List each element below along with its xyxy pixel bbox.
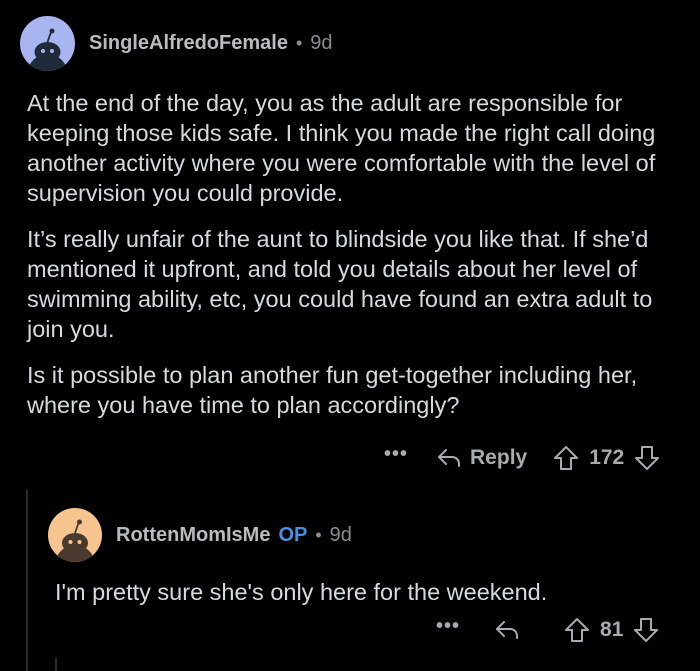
reply-button[interactable] [494,619,528,641]
comment-paragraph: At the end of the day, you as the adult … [27,90,656,206]
snoo-avatar-icon [55,519,95,562]
comment-actions: ••• 81 [436,615,659,643]
reply-label: Reply [470,446,528,469]
comment-paragraph: Is it possible to plan another fun get-t… [27,362,638,418]
meta-separator: • [295,33,303,53]
avatar[interactable] [20,16,75,71]
reply-arrow-icon [496,621,519,639]
comment-age: 9d [329,523,352,546]
reply-button[interactable]: Reply [436,446,527,470]
meta-separator: • [315,524,322,545]
snoo-avatar-icon [27,28,68,71]
comment-header: RottenMomIsMe OP • 9d [48,508,352,562]
vote-controls: 81 [564,617,659,643]
comment-paragraph: It’s really unfair of the aunt to blinds… [27,226,653,342]
thread-line-reply[interactable] [55,657,57,671]
reply-arrow-icon [438,449,461,467]
thread-line-root[interactable] [26,490,28,671]
comment-header: SingleAlfredoFemale • 9d [20,16,333,71]
vote-count: 172 [589,446,625,469]
downvote-arrow-icon[interactable] [634,445,660,471]
upvote-arrow-icon[interactable] [553,445,579,471]
comment-author[interactable]: SingleAlfredoFemale [89,32,288,55]
comment-body: At the end of the day, you as the adult … [27,88,682,436]
comment-age: 9d [310,32,333,54]
downvote-arrow-icon[interactable] [633,617,659,643]
comment-author[interactable]: RottenMomIsMe [116,524,270,547]
avatar[interactable] [48,508,102,562]
vote-controls: 172 [553,445,660,471]
comment-paragraph: I'm pretty sure she's only here for the … [55,579,548,605]
op-badge: OP [278,523,308,546]
upvote-arrow-icon[interactable] [564,617,590,643]
more-options-button[interactable]: ••• [436,615,460,638]
more-options-button[interactable]: ••• [384,443,408,466]
vote-count: 81 [600,618,624,641]
comment-actions: ••• Reply 172 [384,443,660,471]
